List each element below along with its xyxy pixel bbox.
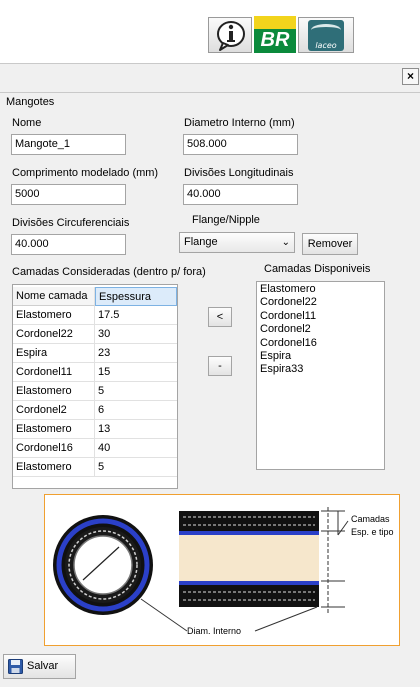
- save-label: Salvar: [27, 660, 59, 672]
- remove-layer-button[interactable]: -: [208, 356, 232, 376]
- cell-nome[interactable]: Elastomero: [13, 420, 95, 439]
- list-item[interactable]: Espira: [260, 350, 381, 363]
- div-circ-input[interactable]: 40.000: [11, 234, 126, 255]
- table-header: Nome camada Espessura: [13, 287, 177, 306]
- list-item[interactable]: Espira33: [260, 363, 381, 376]
- camadas-disponiveis-list[interactable]: Elastomero Cordonel22 Cordonel11 Cordone…: [256, 281, 385, 470]
- wave-icon: [311, 24, 341, 36]
- cell-espessura[interactable]: 40: [95, 439, 177, 458]
- list-item[interactable]: Cordonel2: [260, 323, 381, 336]
- info-button[interactable]: [208, 17, 252, 53]
- comprimento-input[interactable]: 5000: [11, 184, 126, 205]
- header-nome-camada[interactable]: Nome camada: [13, 287, 95, 306]
- cell-nome[interactable]: Cordonel16: [13, 439, 95, 458]
- panel-divider: [0, 92, 420, 93]
- table-row[interactable]: Cordonel11 15: [13, 363, 177, 382]
- cell-espessura[interactable]: 13: [95, 420, 177, 439]
- table-row[interactable]: Elastomero 17.5: [13, 306, 177, 325]
- cell-nome[interactable]: Elastomero: [13, 306, 95, 325]
- info-icon: [217, 21, 245, 51]
- cell-nome[interactable]: Cordonel22: [13, 325, 95, 344]
- laceo-logo: laceo: [308, 20, 344, 51]
- table-row[interactable]: Elastomero 13: [13, 420, 177, 439]
- header-espessura[interactable]: Espessura: [95, 287, 177, 306]
- table-row[interactable]: Elastomero 5: [13, 382, 177, 401]
- nome-input[interactable]: Mangote_1: [11, 134, 126, 155]
- cell-espessura[interactable]: 15: [95, 363, 177, 382]
- flange-select[interactable]: Flange ⌄: [179, 232, 295, 253]
- remover-button[interactable]: Remover: [302, 233, 358, 255]
- div-circ-label: Divisões Circuferenciais: [12, 217, 130, 229]
- table-row[interactable]: Cordonel22 30: [13, 325, 177, 344]
- hose-diagram-svg: [53, 507, 349, 632]
- move-left-button[interactable]: <: [208, 307, 232, 327]
- cell-nome[interactable]: Cordonel2: [13, 401, 95, 420]
- camadas-consideradas-title: Camadas Consideradas (dentro p/ fora): [12, 266, 206, 278]
- floppy-disk-icon: [8, 659, 23, 674]
- list-item[interactable]: Cordonel16: [260, 337, 381, 350]
- diametro-input[interactable]: 508.000: [183, 134, 298, 155]
- toolbar: BR laceo: [0, 0, 420, 63]
- flange-label: Flange/Nipple: [192, 214, 260, 226]
- div-long-input[interactable]: 40.000: [183, 184, 298, 205]
- div-long-label: Divisões Longitudinais: [184, 167, 294, 179]
- cell-espessura[interactable]: 23: [95, 344, 177, 363]
- list-item[interactable]: Cordonel11: [260, 310, 381, 323]
- save-button[interactable]: Salvar: [3, 654, 76, 679]
- laceo-logo-button[interactable]: laceo: [298, 17, 354, 53]
- hose-diagram: Camadas Esp. e tipo Diam. Interno: [44, 494, 400, 646]
- table-row[interactable]: Cordonel2 6: [13, 401, 177, 420]
- br-logo: BR: [254, 16, 296, 53]
- close-button[interactable]: ×: [402, 68, 419, 85]
- cell-nome[interactable]: Elastomero: [13, 382, 95, 401]
- cell-nome[interactable]: Cordonel11: [13, 363, 95, 382]
- nome-label: Nome: [12, 117, 42, 129]
- cell-espessura[interactable]: 17.5: [95, 306, 177, 325]
- cell-espessura[interactable]: 30: [95, 325, 177, 344]
- camadas-disponiveis-title: Camadas Disponiveis: [264, 263, 371, 275]
- list-item[interactable]: Cordonel22: [260, 296, 381, 309]
- table-row[interactable]: Elastomero 5: [13, 458, 177, 477]
- diagram-label-camadas: Camadas: [351, 514, 390, 524]
- chevron-down-icon: ⌄: [281, 237, 290, 248]
- laceo-logo-text: laceo: [315, 41, 337, 50]
- diagram-label-esp: Esp. e tipo: [351, 527, 394, 537]
- group-title: Mangotes: [6, 96, 55, 108]
- comprimento-label: Comprimento modelado (mm): [12, 167, 159, 179]
- diametro-label: Diametro Interno (mm): [184, 117, 295, 129]
- list-item[interactable]: Elastomero: [260, 283, 381, 296]
- diagram-label-diam: Diam. Interno: [187, 626, 242, 636]
- br-logo-stripe: [254, 16, 296, 29]
- table-row[interactable]: Espira 23: [13, 344, 177, 363]
- table-row[interactable]: Cordonel16 40: [13, 439, 177, 458]
- cell-espessura[interactable]: 5: [95, 382, 177, 401]
- br-logo-text: BR: [260, 29, 290, 51]
- cell-espessura[interactable]: 5: [95, 458, 177, 477]
- camadas-table[interactable]: Nome camada Espessura Elastomero 17.5 Co…: [12, 284, 178, 489]
- cell-nome[interactable]: Espira: [13, 344, 95, 363]
- flange-select-value: Flange: [184, 236, 218, 248]
- cell-espessura[interactable]: 6: [95, 401, 177, 420]
- cell-nome[interactable]: Elastomero: [13, 458, 95, 477]
